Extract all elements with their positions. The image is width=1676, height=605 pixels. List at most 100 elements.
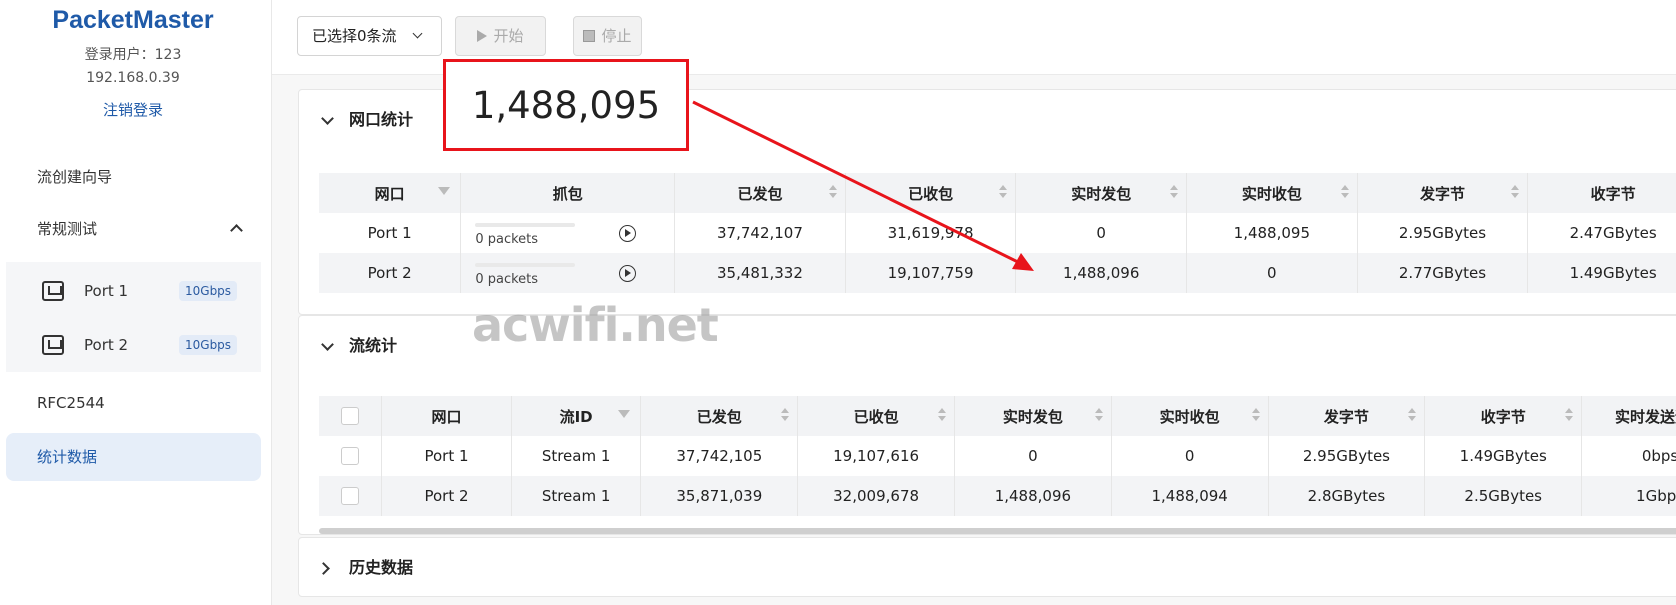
capture-progress-bar: [475, 223, 576, 227]
port-stats-title: 网口统计: [349, 110, 414, 129]
annotation-callout: 1,488,095: [443, 59, 689, 151]
cell-capture: 0 packets: [460, 213, 676, 253]
col-header-rx-bytes[interactable]: 收字节: [1527, 173, 1676, 213]
col-header-rx-bytes[interactable]: 收字节: [1424, 396, 1583, 436]
cell-rt-send: 1,488,096: [1015, 253, 1188, 293]
cell-tx-bytes: 2.77GBytes: [1357, 253, 1529, 293]
history-header[interactable]: 历史数据: [299, 538, 1676, 598]
chevron-down-icon: [321, 112, 334, 125]
col-header-port[interactable]: 网口: [319, 173, 462, 213]
port-stats-table: 网口 抓包 已发包 已收包 实时发包 实时收包 发字节 收字节 Port 1 0…: [319, 173, 1676, 293]
cell-recv: 32,009,678: [797, 476, 955, 516]
play-circle-icon[interactable]: [619, 225, 637, 242]
play-icon: [477, 30, 488, 42]
nav-flow-wizard[interactable]: 流创建向导: [6, 153, 261, 201]
cell-sent: 35,481,332: [674, 253, 846, 293]
sort-icon[interactable]: [1251, 408, 1260, 424]
cell-rx-bytes: 1.49GBytes: [1527, 253, 1676, 293]
start-button[interactable]: 开始: [455, 16, 546, 56]
start-label: 开始: [493, 27, 524, 45]
filter-icon[interactable]: [618, 410, 631, 418]
cell-rt-send: 1,488,096: [954, 476, 1112, 516]
cell-capture: 0 packets: [460, 253, 676, 293]
sidebar: PacketMaster 登录用户：123 192.168.0.39 注销登录 …: [0, 0, 272, 605]
sort-icon[interactable]: [1170, 185, 1179, 201]
filter-icon[interactable]: [438, 187, 451, 195]
history-title: 历史数据: [349, 558, 414, 577]
nav-port-2[interactable]: Port 2 10Gbps: [6, 318, 261, 372]
sort-icon[interactable]: [1408, 408, 1417, 424]
cell-sent: 35,871,039: [640, 476, 799, 516]
capture-count: 0 packets: [475, 272, 539, 287]
col-header-tx-bytes[interactable]: 发字节: [1268, 396, 1426, 436]
stop-button[interactable]: 停止: [573, 16, 642, 56]
sort-icon[interactable]: [999, 185, 1008, 201]
sort-icon[interactable]: [937, 408, 946, 424]
col-header-rt-recv[interactable]: 实时收包: [1111, 396, 1269, 436]
row-checkbox[interactable]: [341, 447, 360, 466]
flow-stats-table: 网口 流ID 已发包 已收包 实时发包 实时收包 发字节 收字节 实时发送速率 …: [319, 396, 1676, 516]
port-list: Port 1 10Gbps Port 2 10Gbps: [6, 262, 261, 372]
nav-statistics[interactable]: 统计数据: [6, 433, 261, 481]
cell-port: Port 1: [319, 213, 462, 253]
chevron-down-icon: [412, 28, 423, 39]
nav-routine-test[interactable]: 常规测试: [6, 205, 261, 253]
user-login-label: 登录用户：123: [84, 47, 182, 63]
table-header-row: 网口 抓包 已发包 已收包 实时发包 实时收包 发字节 收字节: [319, 173, 1676, 213]
port-speed-badge: 10Gbps: [179, 281, 238, 301]
user-ip: 192.168.0.39: [86, 70, 180, 86]
cell-sent: 37,742,105: [640, 436, 799, 476]
user-info: 登录用户：123 192.168.0.39: [0, 44, 266, 90]
cell-rt-recv: 0: [1111, 436, 1269, 476]
sort-icon[interactable]: [828, 185, 837, 201]
cell-recv: 19,107,759: [845, 253, 1017, 293]
cell-tx-bytes: 2.95GBytes: [1268, 436, 1426, 476]
cell-tx-bytes: 2.95GBytes: [1357, 213, 1529, 253]
sort-icon[interactable]: [781, 408, 790, 424]
port-speed-badge: 10Gbps: [179, 335, 238, 355]
sort-icon[interactable]: [1340, 185, 1349, 201]
ethernet-port-icon: [42, 281, 64, 301]
col-header-tx-bytes[interactable]: 发字节: [1357, 173, 1529, 213]
cell-rate: 1Gbps: [1581, 476, 1676, 516]
col-header-sent[interactable]: 已发包: [640, 396, 799, 436]
sort-icon[interactable]: [1565, 408, 1574, 424]
col-header-rt-send[interactable]: 实时发包: [1015, 173, 1188, 213]
stop-icon: [583, 30, 596, 42]
logout-link[interactable]: 注销登录: [0, 99, 266, 120]
nav-routine-test-label: 常规测试: [37, 220, 98, 238]
table-row: Port 1 Stream 1 37,742,105 19,107,616 0 …: [319, 436, 1676, 476]
cell-rt-recv: 1,488,094: [1111, 476, 1269, 516]
port-label: Port 1: [84, 282, 129, 300]
cell-port: Port 2: [381, 476, 512, 516]
flow-stats-title: 流统计: [349, 336, 398, 355]
col-header-sent[interactable]: 已发包: [674, 173, 846, 213]
play-circle-icon[interactable]: [619, 265, 637, 282]
capture-count: 0 packets: [475, 232, 539, 247]
cell-recv: 19,107,616: [797, 436, 955, 476]
col-header-rate[interactable]: 实时发送速率: [1581, 396, 1676, 436]
col-header-recv[interactable]: 已收包: [845, 173, 1017, 213]
cell-recv: 31,619,978: [845, 213, 1017, 253]
col-header-recv[interactable]: 已收包: [797, 396, 955, 436]
chevron-down-icon: [321, 338, 334, 351]
stream-select-dropdown[interactable]: 已选择0条流: [297, 16, 442, 56]
nav-rfc2544[interactable]: RFC2544: [6, 379, 261, 427]
nav-port-1[interactable]: Port 1 10Gbps: [6, 264, 261, 318]
horizontal-scrollbar[interactable]: [319, 528, 1676, 534]
stop-label: 停止: [601, 27, 632, 45]
table-row: Port 1 0 packets 37,742,107 31,619,978 0…: [319, 213, 1676, 253]
col-header-rt-send[interactable]: 实时发包: [954, 396, 1112, 436]
col-header-rt-recv[interactable]: 实时收包: [1186, 173, 1358, 213]
stream-select-label: 已选择0条流: [312, 27, 397, 45]
cell-select: [319, 436, 383, 476]
table-row: Port 2 0 packets 35,481,332 19,107,759 1…: [319, 253, 1676, 293]
cell-port: Port 1: [381, 436, 512, 476]
cell-sent: 37,742,107: [674, 213, 846, 253]
row-checkbox[interactable]: [341, 487, 360, 506]
select-all-checkbox[interactable]: [341, 407, 360, 426]
col-header-capture: 抓包: [460, 173, 676, 213]
sort-icon[interactable]: [1094, 408, 1103, 424]
sort-icon[interactable]: [1511, 185, 1520, 201]
col-header-stream-id[interactable]: 流ID: [511, 396, 642, 436]
